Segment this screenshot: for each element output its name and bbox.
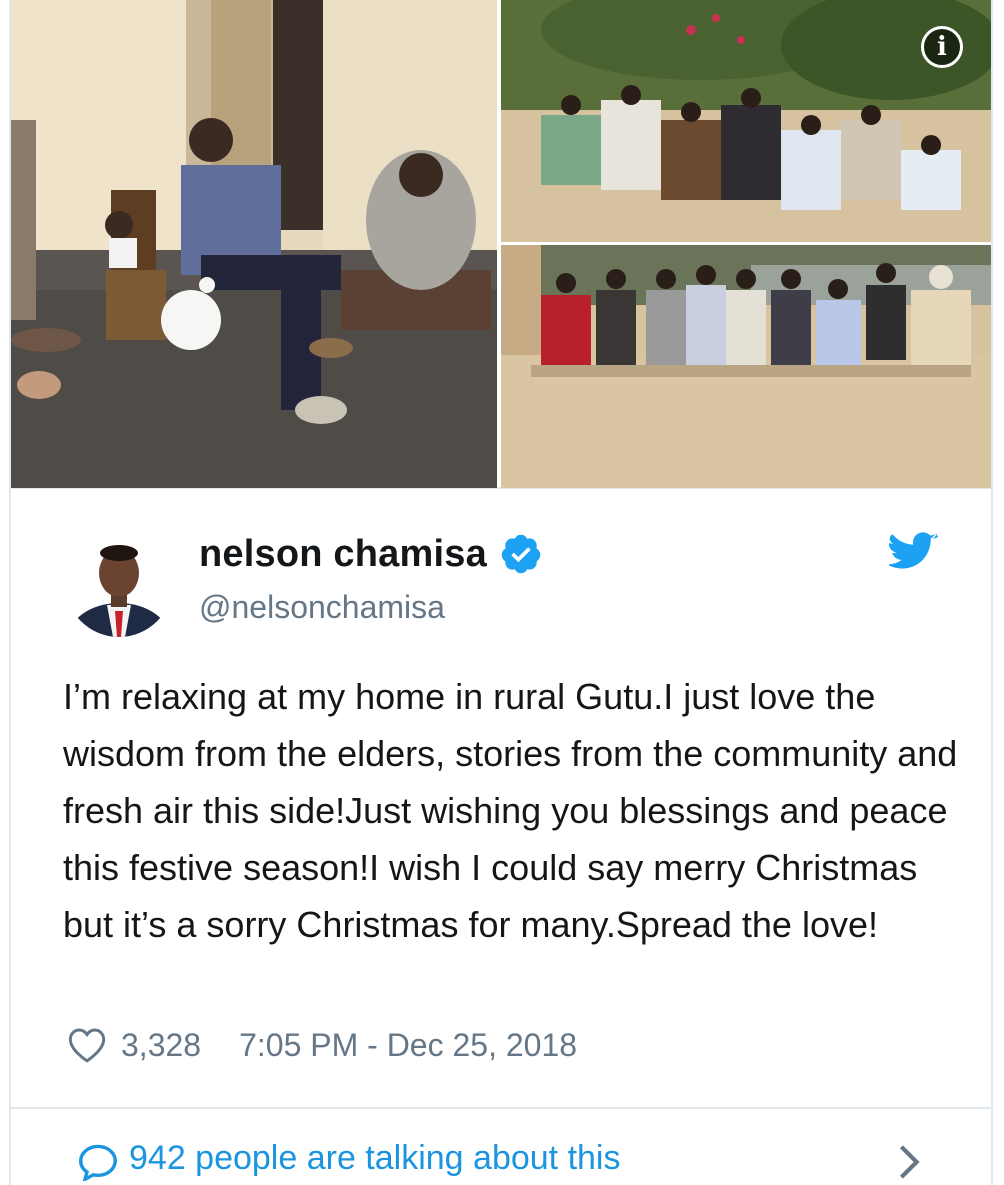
- avatar[interactable]: [65, 529, 173, 637]
- media-info-icon[interactable]: i: [921, 26, 963, 68]
- author-name-row: nelson chamisa: [199, 532, 543, 576]
- conversation-footer[interactable]: 942 people are talking about this: [11, 1109, 991, 1185]
- tweet-text: I’m relaxing at my home in rural Gutu.I …: [63, 676, 958, 945]
- author-handle[interactable]: @nelsonchamisa: [199, 589, 445, 626]
- like-count[interactable]: 3,328: [121, 1027, 201, 1064]
- talking-about-label[interactable]: 942 people are talking about this: [129, 1139, 620, 1178]
- photo-gathering-yard[interactable]: [501, 245, 991, 488]
- verified-badge-icon: [501, 534, 541, 574]
- photo-porch[interactable]: [11, 0, 497, 488]
- tweet-timestamp[interactable]: 7:05 PM - Dec 25, 2018: [239, 1027, 577, 1064]
- photo-gathering-tree[interactable]: [501, 0, 991, 242]
- media-grid: i: [11, 0, 991, 489]
- author-display-name[interactable]: nelson chamisa: [199, 533, 487, 576]
- tweet-meta: 3,328 7:05 PM - Dec 25, 2018: [67, 1026, 577, 1064]
- chevron-right-icon[interactable]: [897, 1143, 921, 1181]
- like-heart-icon[interactable]: [67, 1026, 107, 1064]
- twitter-bird-icon[interactable]: [889, 532, 939, 574]
- comment-icon: [78, 1144, 118, 1181]
- tweet-card: i nelson chamisa @nelsonchamisa I’m rela…: [9, 0, 993, 1185]
